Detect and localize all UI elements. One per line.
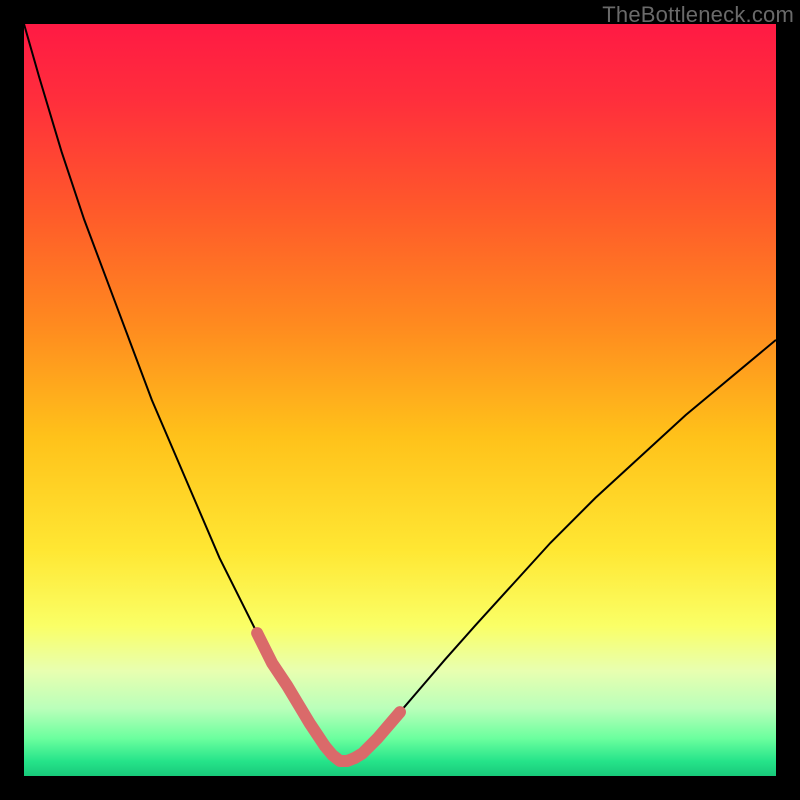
attribution-text: TheBottleneck.com: [602, 2, 794, 28]
chart-plot: [24, 24, 776, 776]
chart-frame: [24, 24, 776, 776]
chart-background: [24, 24, 776, 776]
